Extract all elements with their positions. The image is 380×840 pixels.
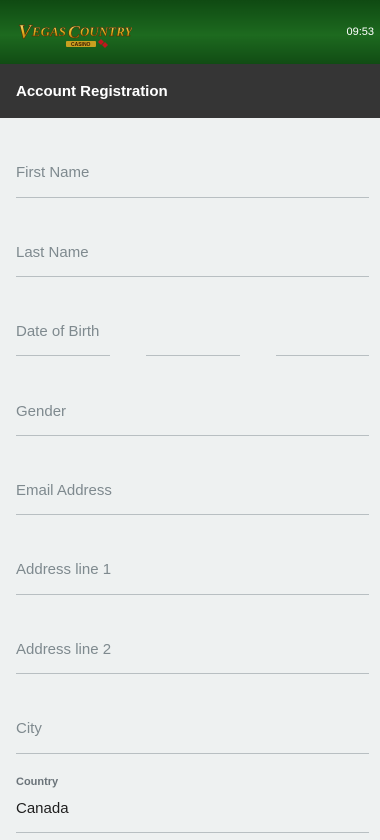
city-field[interactable] — [16, 706, 369, 756]
dob-month-field[interactable] — [146, 355, 240, 356]
city-underline — [16, 753, 369, 754]
address-line-2-placeholder: Address line 2 — [16, 641, 112, 658]
dob-year-field[interactable] — [276, 355, 369, 356]
country-value: Canada — [16, 800, 69, 817]
address-line-1-underline — [16, 594, 369, 595]
address-line-2-underline — [16, 673, 369, 674]
country-label: Country — [16, 776, 59, 788]
top-bar: V EGAS C OUNTRY CASINO 09:53 — [0, 0, 380, 64]
last-name-underline — [16, 276, 369, 277]
svg-text:EGAS: EGAS — [31, 24, 66, 39]
svg-text:OUNTRY: OUNTRY — [80, 24, 132, 39]
dob-day-field[interactable] — [16, 355, 110, 356]
country-underline — [16, 832, 369, 833]
svg-text:CASINO: CASINO — [71, 42, 91, 48]
gender-underline — [16, 435, 369, 436]
vegas-country-logo[interactable]: V EGAS C OUNTRY CASINO — [16, 10, 132, 54]
city-placeholder: City — [16, 720, 42, 737]
svg-text:V: V — [18, 21, 33, 43]
email-placeholder: Email Address — [16, 482, 112, 499]
gender-placeholder: Gender — [16, 403, 67, 420]
gender-field[interactable] — [16, 388, 369, 438]
address-line-1-placeholder: Address line 1 — [16, 561, 112, 578]
email-underline — [16, 514, 369, 515]
dob-placeholder: Date of Birth — [16, 323, 100, 340]
first-name-underline — [16, 197, 369, 198]
page-title: Account Registration — [16, 83, 168, 100]
first-name-placeholder: First Name — [16, 164, 90, 181]
last-name-placeholder: Last Name — [16, 244, 89, 261]
status-time: 09:53 — [346, 26, 374, 38]
